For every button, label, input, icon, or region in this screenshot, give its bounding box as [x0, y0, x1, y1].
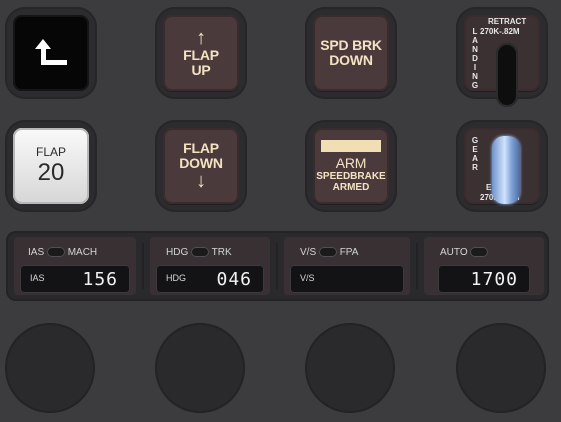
hdg-label: HDG	[166, 247, 189, 258]
flap-20-value: 20	[37, 159, 65, 186]
spd-brk-down-bezel: SPD BRK DOWN	[305, 7, 397, 99]
down-arrow-icon: ↓	[196, 170, 206, 192]
fpa-label: FPA	[339, 247, 359, 258]
flap-down-button[interactable]: FLAP DOWN ↓	[163, 128, 239, 204]
flap-20-button[interactable]: FLAP 20	[13, 128, 89, 204]
flap-20-bezel: FLAP 20	[5, 120, 97, 212]
landing-gear-top-bezel: RETRACT 270K-.82M L A N D I N G	[456, 7, 548, 107]
spd-brk-label-2: DOWN	[329, 52, 373, 68]
speed-display-label: IAS	[30, 273, 45, 283]
back-button-bezel	[5, 7, 97, 99]
gear-slot-top	[496, 43, 518, 107]
knob-4[interactable]	[456, 323, 546, 413]
speed-knob[interactable]	[46, 247, 65, 258]
divider	[142, 243, 144, 289]
knob-1[interactable]	[5, 323, 95, 413]
knob-2[interactable]	[155, 323, 245, 413]
landing-vertical-label: L A N D I N G	[471, 27, 479, 90]
heading-knob[interactable]	[191, 247, 210, 258]
armed-label: ARMED	[332, 181, 370, 193]
vertical-speed-display: V/S	[290, 265, 404, 293]
altitude-labels: AUTO	[440, 247, 489, 258]
speed-display: IAS 156	[20, 265, 130, 293]
altitude-section: AUTO 1700	[424, 237, 544, 295]
gear-retract-speed: 270K-.82M	[480, 27, 520, 36]
landing-gear-lever[interactable]: G E A R EXTEND 270K-.82M	[464, 128, 540, 204]
flap-down-bezel: FLAP DOWN ↓	[155, 120, 247, 212]
auto-label: AUTO	[440, 247, 468, 258]
vertical-speed-knob[interactable]	[318, 247, 337, 258]
heading-section: HDG TRK HDG 046	[150, 237, 270, 295]
flap-up-bezel: ↑ FLAP UP	[155, 7, 247, 99]
flap-down-label-1: FLAP	[183, 140, 219, 156]
vertical-labels: V/S FPA	[300, 247, 358, 258]
landing-gear-top-key[interactable]: RETRACT 270K-.82M L A N D I N G	[464, 15, 540, 107]
back-button[interactable]	[13, 15, 89, 91]
heading-display-label: HDG	[166, 273, 186, 283]
autopilot-strip: IAS MACH IAS 156 HDG TRK HDG 046 V/S FPA…	[6, 231, 549, 301]
arm-label: ARM	[335, 154, 367, 171]
speedbrake-label: SPEEDBRAKE	[316, 170, 386, 182]
speed-value: 156	[82, 269, 118, 290]
knob-3[interactable]	[305, 323, 395, 413]
speedbrake-armed-bezel: ARM SPEEDBRAKE ARMED	[305, 120, 397, 212]
altitude-knob[interactable]	[470, 247, 489, 258]
flap-20-label: FLAP	[35, 145, 66, 159]
vertical-speed-section: V/S FPA V/S	[284, 237, 410, 295]
gear-vertical-label: G E A R	[471, 136, 479, 172]
heading-display: HDG 046	[156, 265, 264, 293]
vertical-display-label: V/S	[300, 273, 315, 283]
altitude-display: 1700	[438, 265, 530, 293]
mach-label: MACH	[67, 247, 98, 258]
flap-up-label-2: UP	[191, 62, 211, 78]
flap-up-button[interactable]: ↑ FLAP UP	[163, 15, 239, 91]
return-arrow-icon	[35, 39, 67, 65]
divider	[276, 243, 278, 289]
divider	[416, 243, 418, 289]
flap-up-label-1: FLAP	[183, 47, 219, 63]
spd-brk-down-button[interactable]: SPD BRK DOWN	[313, 15, 389, 91]
gear-handle[interactable]	[492, 136, 520, 204]
heading-labels: HDG TRK	[166, 247, 232, 258]
speed-labels: IAS MACH	[28, 247, 97, 258]
up-arrow-icon: ↑	[196, 27, 206, 49]
speed-section: IAS MACH IAS 156	[14, 237, 136, 295]
ias-label: IAS	[28, 247, 45, 258]
heading-value: 046	[216, 269, 252, 290]
trk-label: TRK	[211, 247, 232, 258]
speedbrake-armed-button[interactable]: ARM SPEEDBRAKE ARMED	[313, 128, 389, 204]
flap-down-label-2: DOWN	[179, 155, 223, 171]
vs-label: V/S	[300, 247, 317, 258]
arm-indicator-bar	[321, 139, 381, 152]
landing-gear-bottom-bezel: G E A R EXTEND 270K-.82M	[456, 120, 548, 212]
mcp-panel: ↑ FLAP UP SPD BRK DOWN RETRACT 270K-.82M…	[0, 0, 561, 422]
gear-retract-label: RETRACT	[488, 17, 527, 26]
spd-brk-label-1: SPD BRK	[320, 37, 382, 53]
altitude-value: 1700	[470, 269, 518, 290]
